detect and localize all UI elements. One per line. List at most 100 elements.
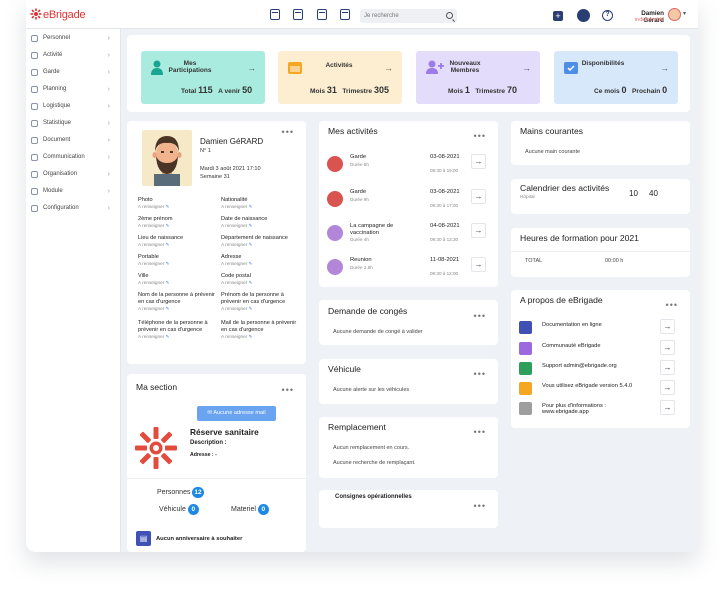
activity-item[interactable]: Garde Durée 9h 03-08-2021 09:30 à 17:00 → bbox=[326, 188, 486, 218]
stat-card-1[interactable]: Activités → Mois 31 Trimestre 305 bbox=[278, 51, 402, 104]
activity-item[interactable]: La campagne de vaccination Durée 4h 04-08-… bbox=[326, 222, 486, 252]
vehicle-more-icon[interactable]: ••• bbox=[474, 370, 486, 379]
persons-count[interactable]: Personnes 12 bbox=[157, 487, 204, 498]
edit-icon[interactable]: ✎ bbox=[249, 334, 253, 339]
no-mail-button[interactable]: ✉ Aucune adresse mail bbox=[197, 406, 276, 421]
edit-icon[interactable]: ✎ bbox=[249, 261, 253, 266]
user-avatar[interactable] bbox=[668, 8, 681, 21]
stat-card-0[interactable]: Mes Participations → Total 115 A venir 50 bbox=[141, 51, 265, 104]
edit-icon[interactable]: ✎ bbox=[166, 261, 170, 266]
profile-field-todo[interactable]: A renseigner ✎ bbox=[138, 242, 220, 249]
activities-more-icon[interactable]: ••• bbox=[474, 132, 486, 141]
profile-field-todo[interactable]: A renseigner ✎ bbox=[221, 242, 303, 249]
replacement-more-icon[interactable]: ••• bbox=[474, 428, 486, 437]
activity-item[interactable]: Garde Durée 5h 03-08-2021 09:30 à 15:00 → bbox=[326, 153, 486, 183]
profile-field-label: Nom de la personne à prévenir en cas d'u… bbox=[138, 292, 215, 305]
about-arrow-button[interactable]: → bbox=[660, 380, 675, 395]
language-icon[interactable] bbox=[577, 9, 590, 22]
edit-icon[interactable]: ✎ bbox=[166, 334, 170, 339]
search-icon[interactable] bbox=[446, 12, 453, 19]
calendar-icon[interactable] bbox=[293, 9, 303, 20]
edit-icon[interactable]: ✎ bbox=[166, 242, 170, 247]
edit-icon[interactable]: ✎ bbox=[249, 204, 253, 209]
search-input[interactable]: Je recherche bbox=[360, 9, 457, 23]
calendar-check-icon[interactable] bbox=[270, 9, 280, 20]
brand-logo[interactable]: eBrigade bbox=[30, 8, 86, 21]
edit-icon[interactable]: ✎ bbox=[166, 223, 170, 228]
add-menu-icon[interactable]: + bbox=[553, 11, 563, 21]
profile-field-todo[interactable]: A renseigner ✎ bbox=[221, 261, 303, 268]
edit-icon[interactable]: ✎ bbox=[166, 204, 170, 209]
edit-icon[interactable]: ✎ bbox=[249, 306, 253, 311]
sidebar-item-10[interactable]: Configuration › bbox=[26, 200, 120, 217]
arrow-right-icon[interactable]: → bbox=[522, 63, 531, 73]
sidebar-item-0[interactable]: Personnel › bbox=[26, 30, 120, 47]
profile-field-todo[interactable]: A renseigner ✎ bbox=[138, 334, 220, 341]
profile-field-todo[interactable]: A renseigner ✎ bbox=[138, 223, 220, 230]
arrow-right-icon[interactable]: → bbox=[660, 63, 669, 73]
stat-card-2[interactable]: Nouveaux Membres → Mois 1 Trimestre 70 bbox=[416, 51, 540, 104]
about-arrow-button[interactable]: → bbox=[660, 400, 675, 415]
activity-item[interactable]: Reunion Durée 2.5h 11-08-2021 09:30 à 12:00… bbox=[326, 256, 486, 286]
stat-card-3[interactable]: Disponibilités → Ce mois 0 Prochain 0 bbox=[554, 51, 678, 104]
sidebar-item-1[interactable]: Activité › bbox=[26, 47, 120, 64]
calendar-icon bbox=[288, 62, 302, 74]
sidebar-item-8[interactable]: Organisation › bbox=[26, 166, 120, 183]
about-arrow-button[interactable]: → bbox=[660, 340, 675, 355]
arrow-right-icon[interactable]: → bbox=[247, 63, 256, 73]
leave-title: Demande de congés bbox=[328, 306, 408, 316]
profile-field-todo[interactable]: A renseigner ✎ bbox=[138, 204, 220, 211]
profile-field-todo[interactable]: A renseigner ✎ bbox=[221, 280, 303, 287]
profile-field-todo[interactable]: A renseigner ✎ bbox=[221, 204, 303, 211]
help-icon[interactable]: ? bbox=[602, 10, 613, 21]
material-count[interactable]: Materiel 0 bbox=[231, 504, 269, 515]
edit-icon[interactable]: ✎ bbox=[166, 280, 170, 285]
profile-field-8: Ville A renseigner ✎ bbox=[138, 273, 220, 287]
consignes-more-icon[interactable]: ••• bbox=[474, 502, 486, 511]
about-arrow-button[interactable]: → bbox=[660, 319, 675, 334]
calendar-grid-icon[interactable] bbox=[317, 9, 327, 20]
about-item[interactable]: Communauté eBrigade → bbox=[518, 339, 676, 359]
profile-field-todo[interactable]: A renseigner ✎ bbox=[138, 261, 220, 268]
sidebar-item-7[interactable]: Communication › bbox=[26, 149, 120, 166]
about-item[interactable]: Documentation en ligne → bbox=[518, 318, 676, 338]
profile-field-todo[interactable]: A renseigner ✎ bbox=[138, 306, 220, 313]
section-more-icon[interactable]: ••• bbox=[282, 386, 294, 395]
edit-icon[interactable]: ✎ bbox=[166, 306, 170, 311]
edit-icon[interactable]: ✎ bbox=[249, 280, 253, 285]
profile-field-todo[interactable]: A renseigner ✎ bbox=[221, 223, 303, 230]
profile-field-todo[interactable]: A renseigner ✎ bbox=[221, 306, 303, 313]
about-item[interactable]: Vous utilisez eBrigade version 5.4.0 → bbox=[518, 379, 676, 399]
clipboard-icon[interactable] bbox=[340, 9, 350, 20]
about-item[interactable]: Pour plus d'informations : www.ebrigade.… bbox=[518, 399, 676, 419]
user-icon bbox=[31, 35, 38, 42]
sidebar-item-4[interactable]: Logistique › bbox=[26, 98, 120, 115]
profile-more-icon[interactable]: ••• bbox=[282, 128, 294, 137]
activity-arrow-button[interactable]: → bbox=[471, 257, 486, 272]
sidebar-item-9[interactable]: Module › bbox=[26, 183, 120, 200]
profile-field-todo[interactable]: A renseigner ✎ bbox=[221, 334, 303, 341]
profile-field-3: Date de naissance A renseigner ✎ bbox=[221, 216, 303, 230]
about-more-icon[interactable]: ••• bbox=[666, 301, 678, 310]
material-badge: 0 bbox=[257, 504, 269, 515]
user-menu-chevron-icon[interactable]: ▾ bbox=[683, 10, 686, 17]
activity-arrow-button[interactable]: → bbox=[471, 154, 486, 169]
about-arrow-button[interactable]: → bbox=[660, 360, 675, 375]
stat-values: Mois 31 Trimestre 305 bbox=[310, 85, 389, 95]
sidebar-item-3[interactable]: Planning › bbox=[26, 81, 120, 98]
sidebar-item-2[interactable]: Garde › bbox=[26, 64, 120, 81]
edit-icon[interactable]: ✎ bbox=[249, 223, 253, 228]
activity-arrow-button[interactable]: → bbox=[471, 189, 486, 204]
calendar-value-2: 40 bbox=[649, 189, 658, 198]
sidebar-item-5[interactable]: Statistique › bbox=[26, 115, 120, 132]
about-item[interactable]: Support admin@ebrigade.org → bbox=[518, 359, 676, 379]
arrow-right-icon[interactable]: → bbox=[384, 63, 393, 73]
profile-field-todo[interactable]: A renseigner ✎ bbox=[138, 280, 220, 287]
section-card: Ma section ••• ✉ Aucune adresse mail Rés… bbox=[127, 374, 306, 552]
edit-icon[interactable]: ✎ bbox=[249, 242, 253, 247]
leave-more-icon[interactable]: ••• bbox=[474, 312, 486, 321]
sidebar-item-6[interactable]: Document › bbox=[26, 132, 120, 149]
vehicle-title: Véhicule bbox=[328, 364, 361, 374]
activity-arrow-button[interactable]: → bbox=[471, 223, 486, 238]
vehicle-count[interactable]: Véhicule 0 bbox=[159, 504, 199, 515]
